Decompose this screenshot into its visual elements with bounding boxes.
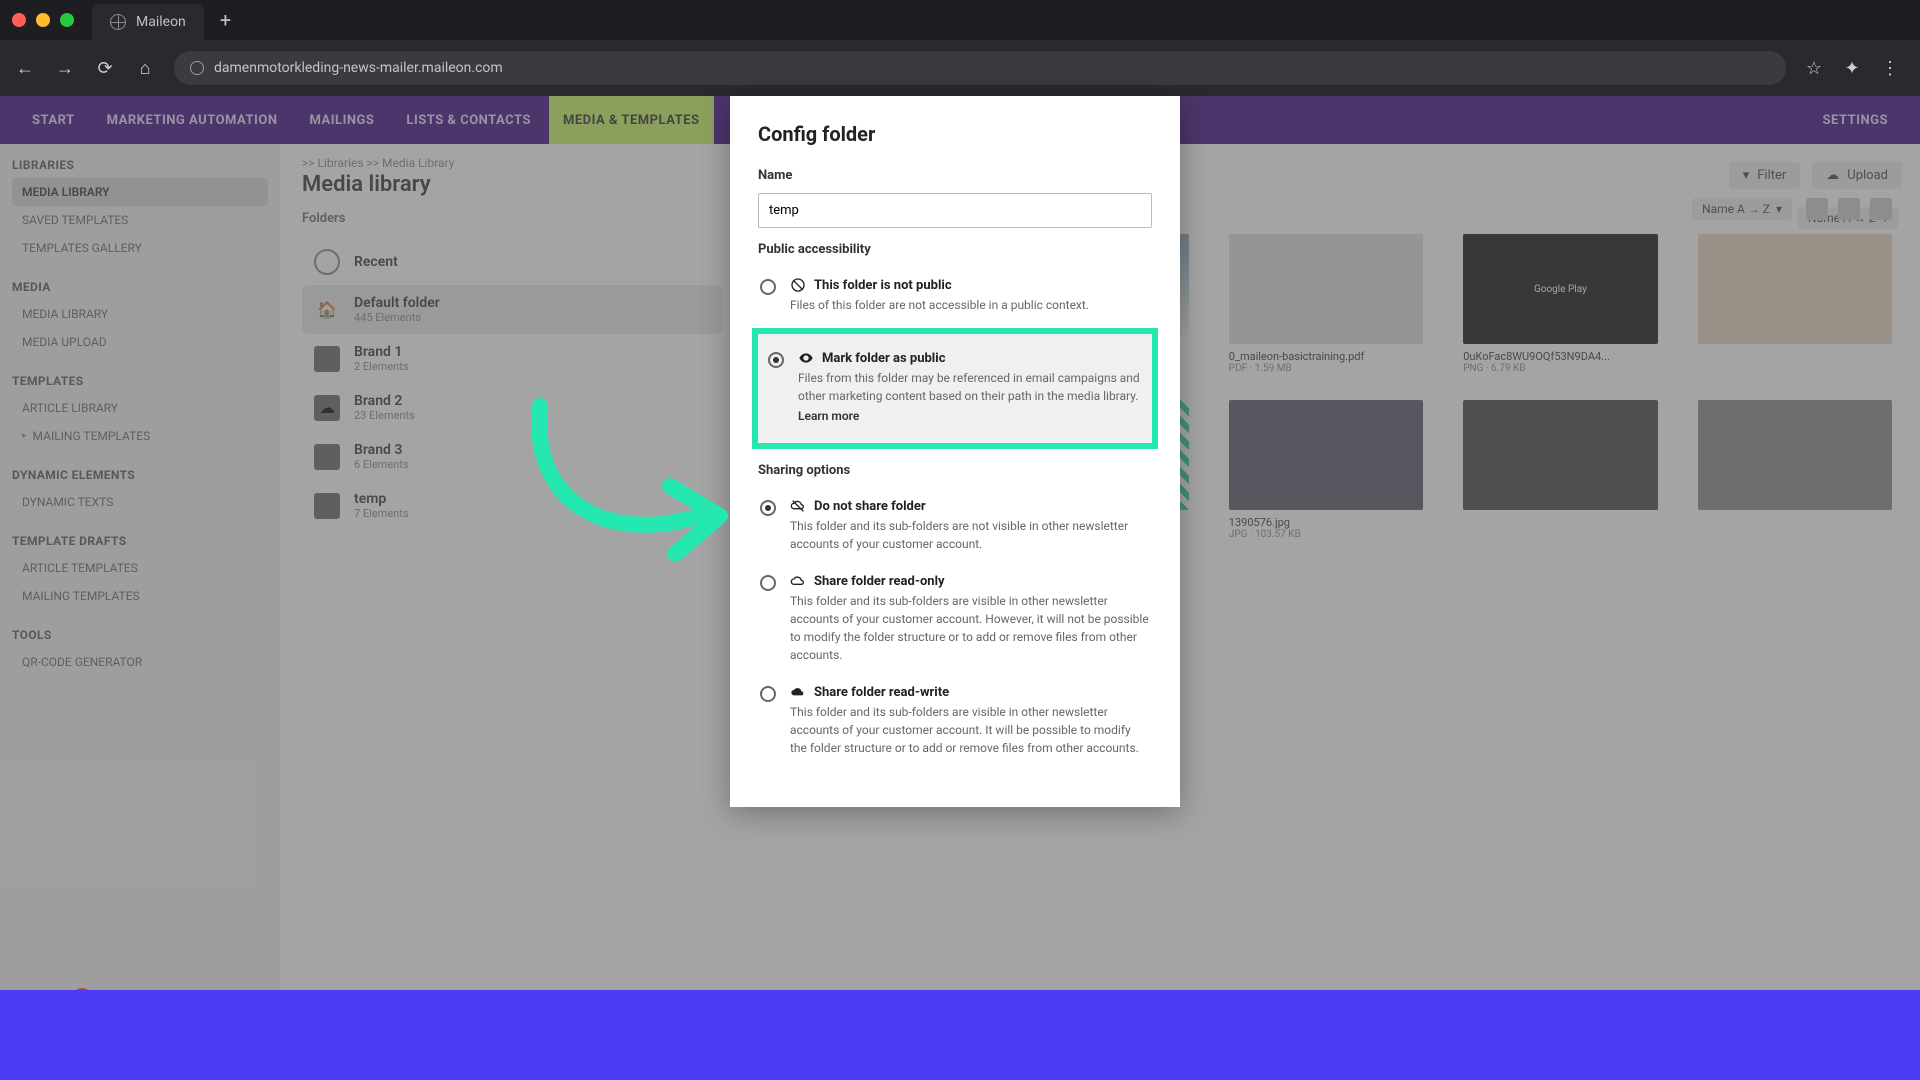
- sharing-options-label: Sharing options: [758, 463, 1152, 478]
- extensions-icon[interactable]: ✦: [1842, 58, 1862, 78]
- option-not-public[interactable]: This folder is not public Files of this …: [758, 267, 1152, 324]
- radio-icon[interactable]: [760, 279, 776, 295]
- forward-button[interactable]: →: [54, 57, 76, 79]
- highlighted-option: Mark folder as public Files from this fo…: [752, 328, 1158, 449]
- address-bar: ← → ⟳ ⌂ damenmotorkleding-news-mailer.ma…: [0, 40, 1920, 96]
- public-accessibility-label: Public accessibility: [758, 242, 1152, 257]
- cloud-off-icon: [790, 498, 806, 514]
- site-info-icon: [190, 61, 204, 75]
- config-folder-modal: Config folder Name Public accessibility …: [730, 96, 1180, 807]
- radio-icon[interactable]: [760, 575, 776, 591]
- folder-name-input[interactable]: [758, 193, 1152, 228]
- cloud-outline-icon: [790, 573, 806, 589]
- not-public-icon: [790, 277, 806, 293]
- new-tab-button[interactable]: +: [220, 8, 231, 32]
- reload-button[interactable]: ⟳: [94, 57, 116, 79]
- option-share-read-write[interactable]: Share folder read-write This folder and …: [758, 674, 1152, 767]
- cloud-filled-icon: [790, 684, 806, 700]
- name-label: Name: [758, 168, 1152, 183]
- window-controls[interactable]: [12, 13, 74, 27]
- learn-more-link[interactable]: Learn more: [798, 409, 1142, 423]
- globe-icon: [110, 14, 126, 30]
- app-viewport: START MARKETING AUTOMATION MAILINGS LIST…: [0, 96, 1920, 1080]
- public-eye-icon: [798, 350, 814, 366]
- minimize-window-icon[interactable]: [36, 13, 50, 27]
- option-share-read-only[interactable]: Share folder read-only This folder and i…: [758, 563, 1152, 674]
- tab-title: Maileon: [136, 14, 186, 30]
- option-mark-public[interactable]: Mark folder as public Files from this fo…: [766, 340, 1144, 433]
- tab-bar: Maileon +: [0, 0, 1920, 40]
- maximize-window-icon[interactable]: [60, 13, 74, 27]
- modal-title: Config folder: [758, 122, 1152, 146]
- radio-icon[interactable]: [760, 500, 776, 516]
- browser-chrome: Maileon + ← → ⟳ ⌂ damenmotorkleding-news…: [0, 0, 1920, 96]
- radio-icon[interactable]: [760, 686, 776, 702]
- option-do-not-share[interactable]: Do not share folder This folder and its …: [758, 488, 1152, 563]
- back-button[interactable]: ←: [14, 57, 36, 79]
- page-background: [0, 990, 1920, 1080]
- radio-icon[interactable]: [768, 352, 784, 368]
- close-window-icon[interactable]: [12, 13, 26, 27]
- bookmark-star-icon[interactable]: ☆: [1804, 58, 1824, 78]
- url-text: damenmotorkleding-news-mailer.maileon.co…: [214, 60, 503, 76]
- home-button[interactable]: ⌂: [134, 57, 156, 79]
- menu-dots-icon[interactable]: ⋮: [1880, 58, 1900, 78]
- url-field[interactable]: damenmotorkleding-news-mailer.maileon.co…: [174, 51, 1786, 85]
- browser-tab[interactable]: Maileon: [92, 4, 204, 40]
